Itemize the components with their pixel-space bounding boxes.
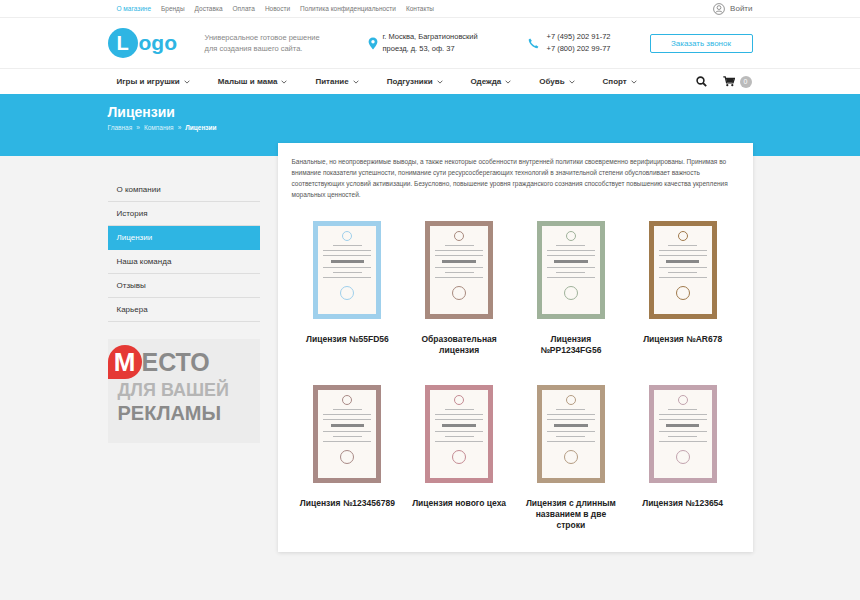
license-title: Лицензия №55FD56 xyxy=(306,334,389,370)
phone-number[interactable]: +7 (495) 202 91-72 xyxy=(547,31,611,43)
logo[interactable]: Logo xyxy=(108,28,205,58)
top-link[interactable]: Оплата xyxy=(233,5,255,12)
login-link[interactable]: Войти xyxy=(713,3,752,15)
sidebar-item[interactable]: Карьера xyxy=(108,298,260,322)
license-item[interactable]: Лицензия №55FD56 xyxy=(292,218,404,370)
license-image xyxy=(537,385,605,483)
cart[interactable]: 0 xyxy=(723,76,752,88)
top-links: О магазине Бренды Доставка Оплата Новости Пол… xyxy=(108,5,435,12)
page-title: Лицензии xyxy=(108,104,753,120)
intro-text: Банальные, но неопровержимые выводы, а т… xyxy=(292,156,739,200)
license-title: Лицензия №123456789 xyxy=(300,498,395,534)
license-grid: Лицензия №55FD56 Образовательная лицензия… xyxy=(292,218,739,534)
breadcrumb[interactable]: Главная xyxy=(108,124,133,131)
header-row: LogoУниверсальное готовое решениедля соз… xyxy=(108,18,753,68)
license-title: Образовательная лицензия xyxy=(409,334,509,370)
sidebar-item[interactable]: Отзывы xyxy=(108,274,260,298)
license-image xyxy=(313,385,381,483)
chevron-down-icon xyxy=(437,80,443,84)
sidebar-item[interactable]: История xyxy=(108,202,260,226)
ad-banner[interactable]: МЕСТОДЛЯ ВАШЕЙРЕКЛАМЫ xyxy=(108,339,260,443)
license-item[interactable]: Образовательная лицензия xyxy=(403,218,515,370)
sidebar-item[interactable]: О компании xyxy=(108,178,260,202)
license-title: Лицензия №PP1234FG56 xyxy=(521,334,621,370)
chevron-down-icon xyxy=(505,80,511,84)
nav-item[interactable]: Игры и игрушки xyxy=(117,77,190,86)
main-nav: Игры и игрушки Малыш и мама Питание Подгузн… xyxy=(0,68,860,94)
license-image xyxy=(537,221,605,319)
nav-item[interactable]: Спорт xyxy=(603,77,637,86)
nav-item[interactable]: Обувь xyxy=(539,77,574,86)
top-link[interactable]: Контакты xyxy=(406,5,434,12)
breadcrumb[interactable]: Лицензии xyxy=(185,124,216,131)
license-item[interactable]: Лицензия №AR678 xyxy=(627,218,739,370)
license-image xyxy=(313,221,381,319)
breadcrumb[interactable]: Компания xyxy=(144,124,174,131)
top-link[interactable]: Доставка xyxy=(195,5,223,12)
license-image xyxy=(649,385,717,483)
license-title: Лицензия нового цеха xyxy=(412,498,506,534)
cart-icon xyxy=(723,76,735,87)
license-image xyxy=(425,385,493,483)
nav-item[interactable]: Одежда xyxy=(471,77,512,86)
top-link[interactable]: Новости xyxy=(265,5,290,12)
callback-button[interactable]: Заказать звонок xyxy=(650,34,753,53)
nav-item[interactable]: Малыш и мама xyxy=(218,77,288,86)
header: О магазине Бренды Доставка Оплата Новости Пол… xyxy=(0,0,860,94)
logo-circle: L xyxy=(108,28,138,58)
license-item[interactable]: Лицензия №PP1234FG56 xyxy=(515,218,627,370)
phone-icon xyxy=(528,38,539,49)
tagline: Универсальное готовое решениедля создани… xyxy=(205,32,368,54)
location-pin-icon xyxy=(368,37,378,50)
license-title: Лицензия №123654 xyxy=(642,498,723,534)
side-menu: О компанииИсторияЛицензииНаша командаОтз… xyxy=(108,178,260,322)
chevron-down-icon xyxy=(353,80,359,84)
nav-item[interactable]: Подгузники xyxy=(387,77,443,86)
cart-badge: 0 xyxy=(740,76,752,88)
sidebar-item[interactable]: Лицензии xyxy=(108,226,260,250)
chevron-down-icon xyxy=(281,80,287,84)
license-item[interactable]: Лицензия №123654 xyxy=(627,382,739,534)
top-link[interactable]: Бренды xyxy=(161,5,185,12)
sidebar-item[interactable]: Наша команда xyxy=(108,250,260,274)
chevron-down-icon xyxy=(184,80,190,84)
license-item[interactable]: Лицензия нового цеха xyxy=(403,382,515,534)
phone-number[interactable]: +7 (800) 202 99-77 xyxy=(547,43,611,55)
sidebar: О компанииИсторияЛицензииНаша командаОтз… xyxy=(108,156,260,443)
top-link[interactable]: Политика конфиденциальности xyxy=(300,5,396,12)
ad-letter: М xyxy=(108,345,142,379)
search-icon[interactable] xyxy=(696,76,707,87)
page: О магазине Бренды Доставка Оплата Новости Пол… xyxy=(0,0,860,600)
chevron-down-icon xyxy=(631,80,637,84)
license-title: Лицензия №AR678 xyxy=(643,334,722,370)
license-item[interactable]: Лицензия с длинным названием в две строк… xyxy=(515,382,627,534)
user-icon xyxy=(713,3,725,15)
license-image xyxy=(649,221,717,319)
license-title: Лицензия с длинным названием в две строк… xyxy=(521,498,621,534)
content-card: Банальные, но неопровержимые выводы, а т… xyxy=(278,143,753,552)
license-item[interactable]: Лицензия №123456789 xyxy=(292,382,404,534)
phones: +7 (495) 202 91-72+7 (800) 202 99-77 xyxy=(528,31,650,55)
address: г. Москва, Багратионовскийпроезд, д. 53,… xyxy=(368,31,528,55)
nav-item[interactable]: Питание xyxy=(315,77,358,86)
license-image xyxy=(425,221,493,319)
top-link[interactable]: О магазине xyxy=(117,5,152,12)
top-bar: О магазине Бренды Доставка Оплата Новости Пол… xyxy=(0,0,860,18)
main: О компанииИсторияЛицензииНаша командаОтз… xyxy=(108,156,753,600)
chevron-down-icon xyxy=(569,80,575,84)
breadcrumbs: Главная»Компания»Лицензии xyxy=(108,124,753,131)
